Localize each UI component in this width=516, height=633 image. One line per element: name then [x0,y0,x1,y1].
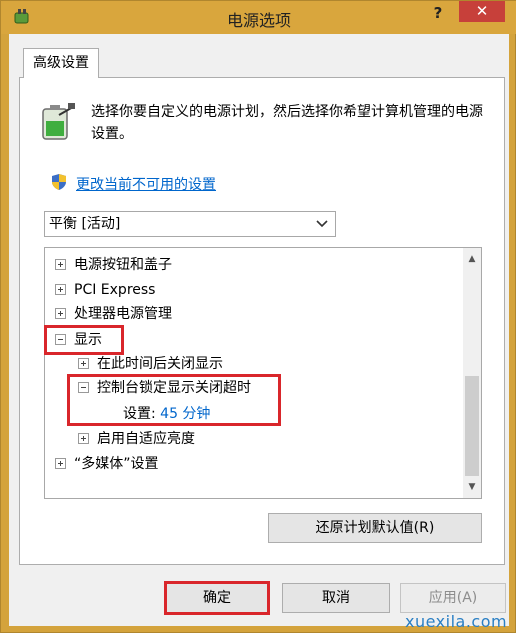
expand-icon[interactable] [55,258,66,270]
scroll-thumb[interactable] [465,376,479,476]
tree-item-processor[interactable]: 处理器电源管理 [55,303,172,325]
tree-item-label: 启用自适应亮度 [97,431,195,447]
expand-icon[interactable] [55,283,66,295]
setting-label: 设置: [123,406,156,422]
tree-item-setting[interactable]: 设置: 45 分钟 [123,403,210,425]
apply-button[interactable]: 应用(A) [400,583,506,613]
tree-scrollbar[interactable]: ▲ ▼ [463,248,481,498]
tree-item-label: 电源按钮和盖子 [74,257,172,273]
power-options-window: 电源选项 ? ✕ 高级设置 选择你要自定义的电源计划，然后选择你希望计算机管理的… [0,0,516,633]
tree-item-label: “多媒体”设置 [74,456,159,472]
collapse-icon[interactable] [55,333,66,345]
power-plan-value: 平衡 [活动] [49,216,121,232]
tree-item-power-buttons[interactable]: 电源按钮和盖子 [55,254,172,276]
tree-item-label: 显示 [74,332,102,348]
title-bar[interactable]: 电源选项 ? ✕ [1,1,516,34]
expand-icon[interactable] [55,307,66,319]
setting-value-link[interactable]: 45 分钟 [160,406,210,422]
tree-item-label: PCI Express [74,282,156,298]
chevron-down-icon [316,220,328,228]
tree-item-pci-express[interactable]: PCI Express [55,279,155,301]
tree-item-console-lock-timeout[interactable]: 控制台锁定显示关闭超时 [78,377,251,399]
tree-item-turn-off-display[interactable]: 在此时间后关闭显示 [78,353,223,375]
description-text: 选择你要自定义的电源计划，然后选择你希望计算机管理的电源设置。 [91,104,483,142]
expand-icon[interactable] [55,457,66,469]
tree-item-label: 在此时间后关闭显示 [97,356,223,372]
power-plan-dropdown[interactable]: 平衡 [活动] [44,211,336,237]
tree-item-display[interactable]: 显示 [55,329,102,351]
restore-defaults-button[interactable]: 还原计划默认值(R) [268,513,482,543]
close-button[interactable]: ✕ [459,1,505,22]
tree-item-multimedia[interactable]: “多媒体”设置 [55,453,159,475]
expand-icon[interactable] [78,357,89,369]
help-button[interactable]: ? [423,3,453,23]
watermark: xuexila.com [405,612,508,631]
ok-button[interactable]: 确定 [164,583,270,613]
collapse-icon[interactable] [78,381,89,393]
expand-icon[interactable] [78,432,89,444]
settings-tree[interactable]: 电源按钮和盖子 PCI Express 处理器电源管理 显示 在此时间后关闭显示… [44,247,482,499]
change-unavailable-settings-link[interactable]: 更改当前不可用的设置 [76,174,216,194]
battery-plug-icon [42,103,75,140]
uac-shield-icon [52,174,66,190]
tree-item-label: 处理器电源管理 [74,306,172,322]
tree-item-label: 控制台锁定显示关闭超时 [97,380,251,396]
cancel-button[interactable]: 取消 [282,583,390,613]
scroll-down-icon[interactable]: ▼ [463,478,481,496]
tab-advanced-settings[interactable]: 高级设置 [23,48,99,78]
scroll-up-icon[interactable]: ▲ [463,250,481,268]
tree-item-adaptive-brightness[interactable]: 启用自适应亮度 [78,428,195,450]
